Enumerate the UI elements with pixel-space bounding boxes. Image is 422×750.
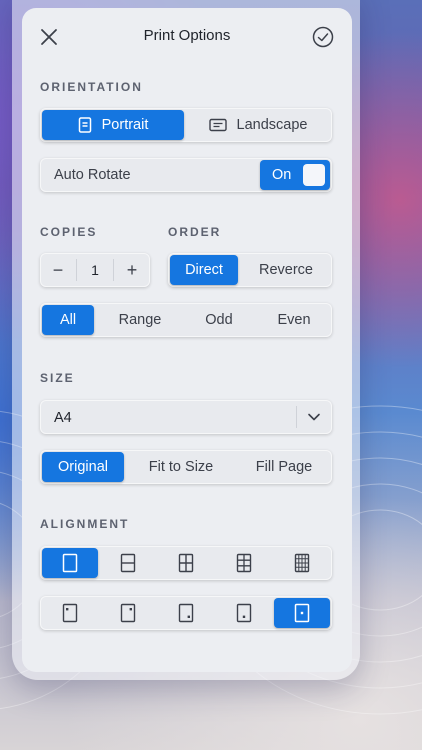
align-top-left-icon — [62, 603, 78, 623]
auto-rotate-toggle[interactable]: On — [260, 160, 330, 190]
copies-value[interactable]: 1 — [77, 253, 113, 287]
scale-segmented-control: Original Fit to Size Fill Page — [40, 450, 332, 484]
order-label: ORDER — [168, 225, 222, 239]
scale-fit-to-size-button[interactable]: Fit to Size — [126, 450, 236, 484]
layout-four-grid-button[interactable] — [158, 546, 214, 580]
two-row-layout-icon — [120, 553, 136, 573]
six-grid-layout-icon — [236, 553, 252, 573]
position-segmented-control — [40, 596, 332, 630]
check-circle-icon — [312, 26, 334, 48]
layout-many-grid-button[interactable] — [274, 546, 330, 580]
alignment-label: ALIGNMENT — [40, 517, 130, 531]
position-center-button[interactable] — [274, 598, 330, 628]
position-top-left-button[interactable] — [42, 596, 98, 630]
landscape-page-icon — [208, 118, 227, 132]
orientation-landscape-button[interactable]: Landscape — [186, 108, 330, 142]
order-direct-button[interactable]: Direct — [170, 255, 238, 285]
four-grid-layout-icon — [178, 553, 194, 573]
scale-original-button[interactable]: Original — [42, 452, 124, 482]
orientation-label: ORIENTATION — [40, 80, 143, 94]
header: Print Options — [22, 8, 352, 64]
copies-label: COPIES — [40, 225, 98, 239]
align-bottom-left-icon — [236, 603, 252, 623]
pages-range-button[interactable]: Range — [98, 303, 182, 337]
page-title: Print Options — [143, 27, 231, 44]
single-page-layout-icon — [62, 553, 78, 573]
layout-six-grid-button[interactable] — [216, 546, 272, 580]
toggle-knob — [303, 164, 325, 186]
position-bottom-left-button[interactable] — [216, 596, 272, 630]
print-options-panel: Print Options ORIENTATION Portrait Lands… — [22, 8, 352, 672]
align-center-icon — [294, 603, 310, 623]
many-grid-layout-icon — [294, 553, 310, 573]
paper-size-select[interactable]: A4 — [40, 400, 332, 434]
auto-rotate-row: Auto Rotate On — [40, 158, 332, 192]
order-segmented-control: Direct Reverce — [168, 253, 332, 287]
portrait-label: Portrait — [101, 117, 149, 133]
layout-two-row-button[interactable] — [100, 546, 156, 580]
position-top-right-button[interactable] — [100, 596, 156, 630]
order-reverse-button[interactable]: Reverce — [240, 253, 332, 287]
orientation-portrait-button[interactable]: Portrait — [42, 110, 184, 140]
pages-even-button[interactable]: Even — [256, 303, 332, 337]
pages-all-button[interactable]: All — [42, 305, 94, 335]
portrait-page-icon — [78, 117, 91, 133]
pages-odd-button[interactable]: Odd — [182, 303, 256, 337]
scale-fill-page-button[interactable]: Fill Page — [236, 450, 332, 484]
decrement-button[interactable]: − — [40, 253, 76, 287]
toggle-state-label: On — [272, 167, 292, 183]
page-range-segmented-control: All Range Odd Even — [40, 303, 332, 337]
layout-single-button[interactable] — [42, 548, 98, 578]
copies-stepper: − 1 + — [40, 253, 150, 287]
increment-button[interactable]: + — [114, 253, 150, 287]
align-bottom-right-icon — [178, 603, 194, 623]
paper-size-dropdown-button[interactable] — [296, 400, 332, 434]
layout-segmented-control — [40, 546, 332, 580]
landscape-label: Landscape — [236, 117, 308, 133]
auto-rotate-label: Auto Rotate — [54, 167, 131, 183]
align-top-right-icon — [120, 603, 136, 623]
size-label: SIZE — [40, 371, 75, 385]
orientation-segmented-control: Portrait Landscape — [40, 108, 332, 142]
chevron-down-icon — [308, 413, 320, 421]
position-bottom-right-button[interactable] — [158, 596, 214, 630]
confirm-button[interactable] — [310, 24, 336, 50]
paper-size-value: A4 — [54, 410, 72, 426]
